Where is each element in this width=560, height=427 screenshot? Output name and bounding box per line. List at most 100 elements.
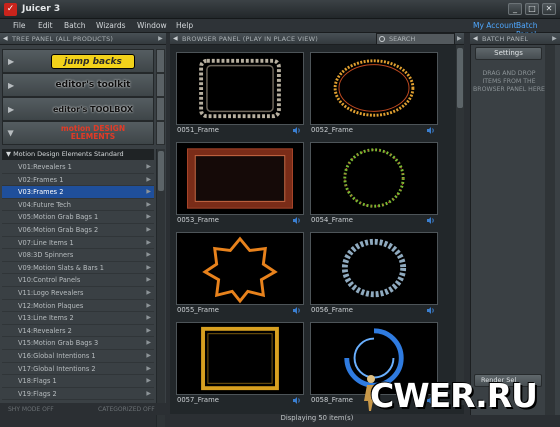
- tree-item-label: V12:Motion Plaques: [18, 301, 84, 310]
- chevron-right-icon: ▶: [146, 163, 151, 170]
- tree-item-label: V10:Control Panels: [18, 276, 81, 285]
- maximize-button[interactable]: □: [525, 3, 539, 15]
- batch-scrollbar[interactable]: [545, 45, 555, 415]
- collapse-arrow-icon[interactable]: ◀: [473, 33, 478, 45]
- menu-wizards[interactable]: Wizards: [96, 21, 126, 30]
- brand-jump-backs[interactable]: ▶ jump backs: [2, 49, 154, 73]
- panel-arrow-icon[interactable]: ▶: [552, 33, 557, 45]
- tree-list-item[interactable]: V11:Logo Revealers ▶: [2, 287, 154, 300]
- brand-scroll-arrow[interactable]: [156, 97, 165, 121]
- tree-item-label: V05:Motion Grab Bags 1: [18, 213, 99, 222]
- tree-list-item[interactable]: V19:Flags 2 ▶: [2, 388, 154, 401]
- brand-editors-toolkit[interactable]: ▶ editor's toolkit: [2, 73, 154, 97]
- minimize-button[interactable]: _: [508, 3, 522, 15]
- speaker-icon[interactable]: [293, 307, 301, 314]
- status-text: Displaying 50 item(s): [170, 414, 464, 427]
- tree-item-label: V09:Motion Slats & Bars 1: [18, 263, 104, 272]
- tree-list-item[interactable]: V12:Motion Plaques ▶: [2, 300, 154, 313]
- collapse-arrow-icon[interactable]: ◀: [3, 33, 8, 45]
- tree-list-item[interactable]: V14:Revealers 2 ▶: [2, 325, 154, 338]
- tree-list-item[interactable]: V02:Frames 1 ▶: [2, 174, 154, 187]
- chevron-right-icon: ▶: [146, 364, 151, 372]
- tree-item-label: V06:Motion Grab Bags 2: [18, 225, 99, 234]
- chevron-right-icon: ▶: [146, 188, 151, 196]
- tree-list-item[interactable]: V17:Global Intentions 2 ▶: [2, 363, 154, 376]
- categorized-toggle[interactable]: CATEGORIZED OFF: [98, 406, 155, 413]
- menu-file[interactable]: File: [13, 21, 26, 30]
- thumbnail-card[interactable]: 0052_Frame: [310, 52, 438, 138]
- scroll-thumb[interactable]: [457, 48, 463, 108]
- menu-batch[interactable]: Batch: [64, 21, 86, 30]
- tree-list-item[interactable]: V18:Flags 1 ▶: [2, 375, 154, 388]
- tree-list-item[interactable]: V16:Global Intentions 1 ▶: [2, 350, 154, 363]
- tree-footer: SHY MODE OFF CATEGORIZED OFF: [0, 403, 166, 415]
- close-button[interactable]: ✕: [542, 3, 556, 15]
- tree-item-label: V02:Frames 1: [18, 175, 64, 184]
- title-bar: ✓ Juicer 3 _ □ ✕: [0, 0, 560, 19]
- browser-scrollbar[interactable]: [456, 45, 464, 405]
- tree-list-item[interactable]: V15:Motion Grab Bags 3 ▶: [2, 337, 154, 350]
- tree-list-item[interactable]: V10:Control Panels ▶: [2, 274, 154, 287]
- tree-item-label: V14:Revealers 2: [18, 326, 72, 335]
- window-title: Juicer 3: [22, 4, 61, 14]
- tree-list-item[interactable]: V08:3D Spinners ▶: [2, 249, 154, 262]
- collapse-arrow-icon[interactable]: ◀: [173, 33, 178, 45]
- menu-help[interactable]: Help: [176, 21, 193, 30]
- drop-message: DRAG AND DROP ITEMS FROM THE BROWSER PAN…: [473, 70, 545, 93]
- brand-logo: editor's toolkit: [55, 80, 131, 90]
- panel-arrow-icon[interactable]: ▶: [457, 33, 462, 45]
- thumbnail-card[interactable]: 0056_Frame: [310, 232, 438, 318]
- speaker-icon[interactable]: [293, 397, 301, 404]
- tree-list-item[interactable]: V06:Motion Grab Bags 2 ▶: [2, 224, 154, 237]
- panel-arrow-icon[interactable]: ▶: [158, 33, 163, 45]
- speaker-icon[interactable]: [427, 217, 435, 224]
- brand-logo: motion DESIGN ELEMENTS: [60, 124, 126, 141]
- speaker-icon[interactable]: [427, 307, 435, 314]
- tree-scrollbar[interactable]: [156, 149, 165, 427]
- chevron-right-icon: ▶: [146, 288, 151, 296]
- tree-item-label: V08:3D Spinners: [18, 251, 74, 260]
- chevron-right-icon: ▶: [146, 377, 151, 385]
- brand-editors-toolbox[interactable]: ▶ editor's TOOLBOX: [2, 97, 154, 121]
- scroll-thumb[interactable]: [158, 151, 164, 191]
- menu-edit[interactable]: Edit: [38, 21, 53, 30]
- tree-list-item[interactable]: V05:Motion Grab Bags 1 ▶: [2, 211, 154, 224]
- tree-list-item[interactable]: V03:Frames 2 ▶: [2, 186, 154, 199]
- brand-scroll-arrow[interactable]: [156, 49, 165, 73]
- tree-list-item[interactable]: V01:Revealers 1 ▶: [2, 161, 154, 174]
- speaker-icon[interactable]: [427, 127, 435, 134]
- brand-logo: editor's TOOLBOX: [52, 105, 134, 114]
- thumbnail-card[interactable]: 0055_Frame: [176, 232, 304, 318]
- shy-mode-toggle[interactable]: SHY MODE OFF: [8, 406, 54, 413]
- brand-scroll-arrow[interactable]: [156, 73, 165, 97]
- thumbnail-card[interactable]: 0057_Frame: [176, 322, 304, 408]
- tree-list: V01:Revealers 1 ▶ V02:Frames 1 ▶ V03:Frames …: [2, 161, 154, 401]
- tree-list-item[interactable]: V09:Motion Slats & Bars 1 ▶: [2, 262, 154, 275]
- thumbnail-card[interactable]: 0051_Frame: [176, 52, 304, 138]
- brand-logo: jump backs: [51, 54, 135, 69]
- tree-list-item[interactable]: V04:Future Tech ▶: [2, 199, 154, 212]
- frame-preview: [176, 142, 304, 215]
- search-input[interactable]: SEARCH: [376, 33, 455, 45]
- speaker-icon[interactable]: [293, 127, 301, 134]
- frame-preview: [176, 232, 304, 305]
- brand-motion-design-elements[interactable]: ▶ motion DESIGN ELEMENTS: [2, 121, 154, 145]
- tree-item-label: V16:Global Intentions 1: [18, 351, 96, 360]
- thumbnail-card[interactable]: 0054_Frame: [310, 142, 438, 228]
- menu-window[interactable]: Window: [137, 21, 167, 30]
- thumbnail-label: 0056_Frame: [311, 306, 353, 314]
- chevron-right-icon: ▶: [146, 314, 151, 322]
- category-header[interactable]: ▼ Motion Design Elements Standard: [2, 149, 154, 160]
- settings-button[interactable]: Settings: [475, 47, 542, 60]
- chevron-right-icon: ▶: [146, 200, 151, 208]
- tree-list-item[interactable]: V07:Line Items 1 ▶: [2, 237, 154, 250]
- batch-panel-header: ◀ BATCH PANEL ▶: [470, 33, 560, 45]
- brand-scroll-arrow[interactable]: [156, 121, 165, 145]
- chevron-right-icon: ▶: [146, 351, 151, 359]
- tree-list-item[interactable]: V13:Line Items 2 ▶: [2, 312, 154, 325]
- thumbnail-card[interactable]: 0053_Frame: [176, 142, 304, 228]
- thumbnail-label: 0054_Frame: [311, 216, 353, 224]
- my-account-link[interactable]: My Account: [473, 21, 517, 30]
- speaker-icon[interactable]: [293, 217, 301, 224]
- frame-preview: [176, 322, 304, 395]
